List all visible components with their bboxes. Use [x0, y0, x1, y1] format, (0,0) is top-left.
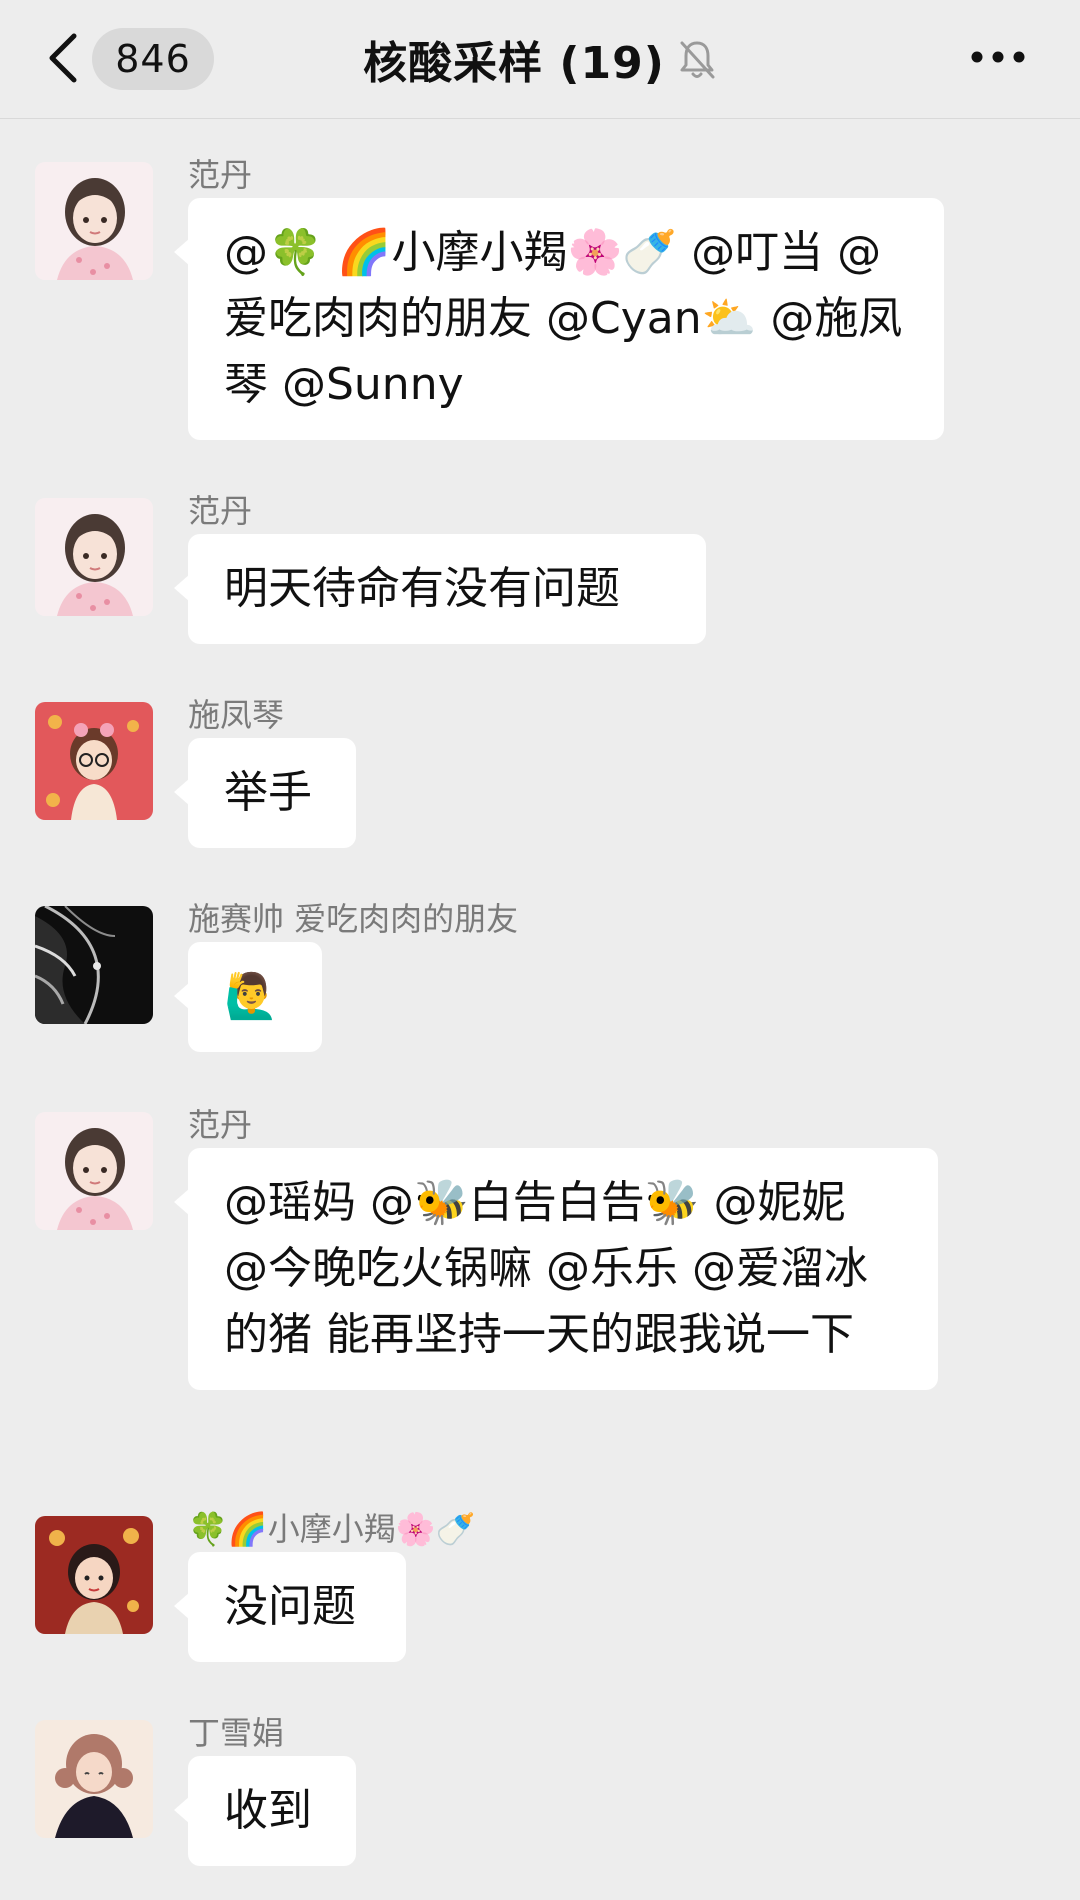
chevron-left-icon[interactable]: [44, 30, 84, 86]
message-bubble[interactable]: 收到: [174, 1756, 356, 1866]
sender-name: 丁雪娟: [188, 1714, 285, 1752]
avatar[interactable]: [35, 1720, 153, 1838]
message-bubble[interactable]: 明天待命有没有问题: [174, 534, 706, 644]
raising-hand-emoji: 🙋‍♂️: [224, 971, 279, 1022]
bell-muted-icon: [680, 41, 715, 79]
unread-count-badge[interactable]: 846: [92, 28, 214, 90]
ellipsis-icon[interactable]: [968, 42, 1028, 72]
sender-name: 施凤琴: [188, 696, 285, 734]
chat-header: 846 核酸采样 (19): [0, 0, 1080, 119]
avatar[interactable]: [35, 702, 153, 820]
avatar[interactable]: [35, 1516, 153, 1634]
sender-name: 施赛帅 爱吃肉肉的朋友: [188, 900, 519, 938]
message-bubble[interactable]: 🙋‍♂️: [174, 942, 322, 1052]
avatar[interactable]: [35, 498, 153, 616]
avatar[interactable]: [35, 906, 153, 1024]
sender-name: 🍀🌈小摩小羯🌸🍼: [188, 1510, 476, 1548]
message-bubble[interactable]: @瑶妈 @🐝白告白告🐝 @妮妮 @今晚吃火锅嘛 @乐乐 @爱溜冰的猪 能再坚持一…: [174, 1148, 938, 1390]
chat-title: 核酸采样 (19): [363, 38, 665, 89]
sender-name: 范丹: [188, 492, 253, 530]
message-bubble[interactable]: @🍀 🌈小摩小羯🌸🍼 @叮当 @爱吃肉肉的朋友 @Cyan⛅ @施凤琴 @Sun…: [174, 198, 944, 440]
sender-name: 范丹: [188, 156, 253, 194]
sender-name: 范丹: [188, 1106, 253, 1144]
message-bubble[interactable]: 举手: [174, 738, 356, 848]
avatar[interactable]: [35, 1112, 153, 1230]
avatar[interactable]: [35, 162, 153, 280]
message-bubble[interactable]: 没问题: [174, 1552, 406, 1662]
